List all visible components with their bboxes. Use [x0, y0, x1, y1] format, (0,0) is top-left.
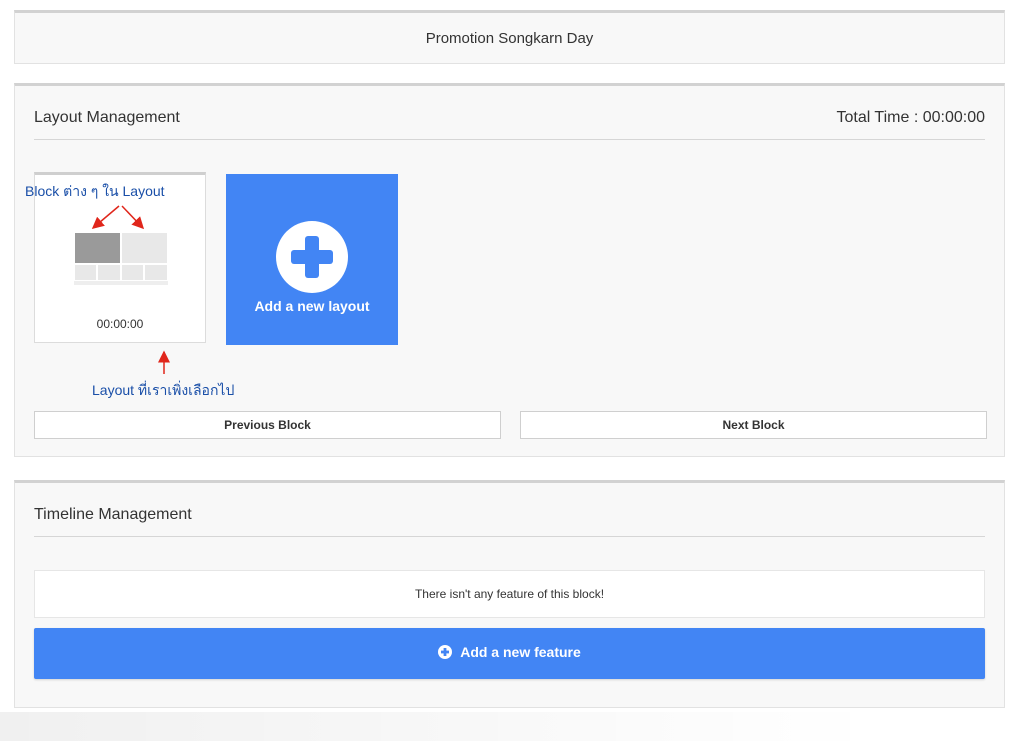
layout-management-title: Layout Management [34, 109, 180, 126]
timeline-management-panel: Timeline Management There isn't any feat… [14, 480, 1005, 708]
layout-block-small[interactable] [144, 264, 168, 281]
layout-block-small[interactable] [121, 264, 144, 281]
layout-management-header: Layout Management Total Time : 00:00:00 [34, 106, 985, 140]
layout-time: 00:00:00 [96, 317, 144, 331]
add-layout-label: Add a new layout [254, 298, 370, 314]
add-feature-button[interactable]: Add a new feature [34, 628, 985, 679]
layout-block-small[interactable] [74, 264, 97, 281]
annotation-blocks-in-layout: Block ต่าง ๆ ใน Layout [25, 183, 165, 199]
layout-block-main[interactable] [74, 232, 121, 264]
total-time: Total Time : 00:00:00 [836, 109, 985, 126]
previous-block-button[interactable]: Previous Block [34, 411, 501, 439]
empty-features-message: There isn't any feature of this block! [34, 570, 985, 618]
layout-management-panel: Layout Management Total Time : 00:00:00 … [14, 83, 1005, 457]
title-panel: Promotion Songkarn Day [14, 10, 1005, 64]
add-feature-label: Add a new feature [460, 644, 581, 660]
add-layout-button[interactable]: Add a new layout [226, 174, 398, 345]
bottom-shadow [0, 712, 880, 741]
plus-circle-icon [276, 221, 348, 293]
timeline-management-title: Timeline Management [34, 506, 192, 523]
timeline-management-header: Timeline Management [34, 503, 985, 537]
page-title: Promotion Songkarn Day [425, 30, 594, 47]
next-block-button[interactable]: Next Block [520, 411, 987, 439]
layout-block-secondary[interactable] [121, 232, 168, 264]
layout-block-small[interactable] [97, 264, 121, 281]
annotation-selected-layout: Layout ที่เราเพิ่งเลือกไป [92, 382, 235, 398]
layout-thumbnail [74, 232, 168, 285]
plus-circle-icon [438, 645, 453, 659]
